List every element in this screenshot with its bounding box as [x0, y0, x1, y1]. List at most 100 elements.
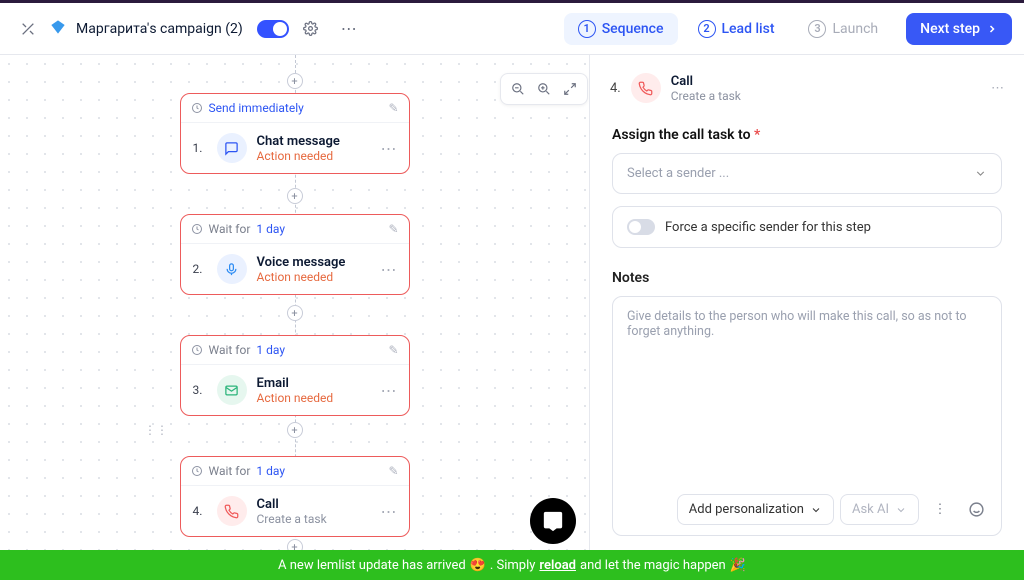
pencil-icon[interactable]: ✎ [388, 101, 398, 115]
add-step-node[interactable]: + [287, 305, 303, 321]
clock-icon [191, 102, 203, 114]
step-card-2[interactable]: Wait for 1 day ✎ 2. Voice messageAction … [180, 214, 410, 295]
ask-ai-button[interactable]: Ask AI [840, 494, 919, 525]
step-2-wait-prefix: Wait for [209, 222, 251, 236]
notes-placeholder: Give details to the person who will make… [627, 309, 987, 339]
banner-emoji2: 🎉 [730, 558, 746, 573]
step-2-number: 2. [193, 262, 207, 276]
step-3-menu[interactable]: ⋯ [381, 381, 397, 400]
add-step-node[interactable]: + [287, 539, 303, 550]
step-card-1[interactable]: Send immediately ✎ 1. Chat messageAction… [180, 93, 410, 174]
update-banner: A new lemlist update has arrived 😍 . Sim… [0, 550, 1024, 580]
sender-select[interactable]: Select a sender ... [612, 153, 1002, 194]
side-more-icon[interactable]: ⋯ [991, 81, 1004, 96]
side-panel: 4. Call Create a task ⋯ Assign the call … [589, 55, 1024, 550]
email-icon [217, 375, 247, 405]
step-card-3[interactable]: Wait for 1 day ✎ 3. EmailAction needed ⋯ [180, 335, 410, 416]
step-3-wait: 1 day [256, 343, 285, 357]
chevron-down-icon [810, 504, 822, 516]
side-subtitle: Create a task [671, 89, 741, 103]
intercom-launcher[interactable] [530, 498, 576, 544]
zoom-controls [500, 73, 588, 105]
step-4-number: 4. [193, 504, 207, 518]
gear-icon[interactable] [295, 13, 327, 45]
step-1-sub: Action needed [257, 149, 340, 163]
step-3-title: Email [257, 376, 334, 391]
step-3-badge: 3 [808, 20, 826, 38]
step-4-wait-prefix: Wait for [209, 464, 251, 478]
add-step-node[interactable]: + [287, 188, 303, 204]
force-sender-toggle[interactable] [627, 219, 655, 235]
notes-label: Notes [612, 270, 1002, 286]
step-1-badge: 1 [578, 20, 596, 38]
sequence-column: + Send immediately ✎ 1. Chat messageActi… [180, 55, 410, 550]
chevron-down-icon [974, 167, 987, 180]
expand-icon[interactable] [559, 78, 581, 100]
tab-lead-list[interactable]: 2 Lead list [684, 13, 789, 45]
step-2-sub: Action needed [257, 270, 346, 284]
step-2-title: Voice message [257, 255, 346, 270]
add-step-node[interactable]: + [287, 73, 303, 89]
chat-icon [217, 133, 247, 163]
banner-post: and let the magic happen [580, 558, 726, 573]
emoji-icon[interactable] [961, 495, 991, 525]
clock-icon [191, 223, 203, 235]
banner-reload-link[interactable]: reload [539, 558, 576, 573]
add-personalization-button[interactable]: Add personalization [677, 494, 834, 525]
side-title: Call [671, 74, 741, 89]
force-sender-label: Force a specific sender for this step [665, 220, 871, 235]
step-1-menu[interactable]: ⋯ [381, 139, 397, 158]
step-1-number: 1. [193, 141, 207, 155]
next-step-button[interactable]: Next step [906, 13, 1012, 45]
add-step-node[interactable]: + [287, 422, 303, 438]
pencil-icon[interactable]: ✎ [388, 222, 398, 236]
step-2-badge: 2 [698, 20, 716, 38]
force-sender-box: Force a specific sender for this step [612, 206, 1002, 248]
clock-icon [191, 344, 203, 356]
tab-launch-label: Launch [832, 21, 878, 37]
step-3-wait-prefix: Wait for [209, 343, 251, 357]
side-step-num: 4. [610, 81, 621, 96]
pencil-icon[interactable]: ✎ [388, 464, 398, 478]
pencil-icon[interactable]: ✎ [388, 343, 398, 357]
step-4-menu[interactable]: ⋯ [381, 502, 397, 521]
step-card-4[interactable]: Wait for 1 day ✎ 4. CallCreate a task ⋯ [180, 456, 410, 537]
step-1-wait: Send immediately [209, 101, 304, 115]
step-2-menu[interactable]: ⋯ [381, 260, 397, 279]
step-4-wait: 1 day [256, 464, 285, 478]
next-step-label: Next step [920, 21, 980, 37]
tab-sequence-label: Sequence [602, 21, 664, 37]
tab-sequence[interactable]: 1 Sequence [564, 13, 678, 45]
phone-icon [217, 496, 247, 526]
clock-icon [191, 465, 203, 477]
step-2-wait: 1 day [256, 222, 285, 236]
step-4-title: Call [257, 497, 327, 512]
campaign-toggle[interactable] [257, 20, 289, 38]
phone-icon [631, 73, 661, 103]
step-3-sub: Action needed [257, 391, 334, 405]
notes-textarea[interactable]: Give details to the person who will make… [612, 296, 1002, 536]
step-4-sub: Create a task [257, 512, 327, 526]
design-icon[interactable] [12, 13, 44, 45]
banner-emoji: 😍 [470, 558, 486, 573]
chevron-down-icon [895, 504, 907, 516]
zoom-out-icon[interactable] [507, 78, 529, 100]
tab-lead-list-label: Lead list [722, 21, 775, 37]
banner-pre: A new lemlist update has arrived [278, 558, 466, 573]
main-area: ⋮⋮ + Send immediately ✎ 1. Chat messageA… [0, 55, 1024, 550]
drag-handle-icon[interactable]: ⋮⋮ [144, 423, 168, 437]
mic-icon [217, 254, 247, 284]
campaign-title[interactable]: Маргарита's campaign (2) [76, 21, 243, 37]
banner-mid: . Simply [490, 558, 536, 573]
more-icon[interactable]: ⋯ [333, 13, 365, 45]
step-3-number: 3. [193, 383, 207, 397]
diamond-icon [50, 19, 66, 39]
tab-launch[interactable]: 3 Launch [794, 13, 892, 45]
assign-label: Assign the call task to * [612, 127, 1002, 143]
zoom-in-icon[interactable] [533, 78, 555, 100]
top-bar: Маргарита's campaign (2) ⋯ 1 Sequence 2 … [0, 0, 1024, 55]
more-vert-icon[interactable]: ⋮ [925, 495, 955, 525]
sender-placeholder: Select a sender ... [627, 166, 729, 181]
step-1-title: Chat message [257, 134, 340, 149]
sequence-canvas[interactable]: ⋮⋮ + Send immediately ✎ 1. Chat messageA… [0, 55, 589, 550]
